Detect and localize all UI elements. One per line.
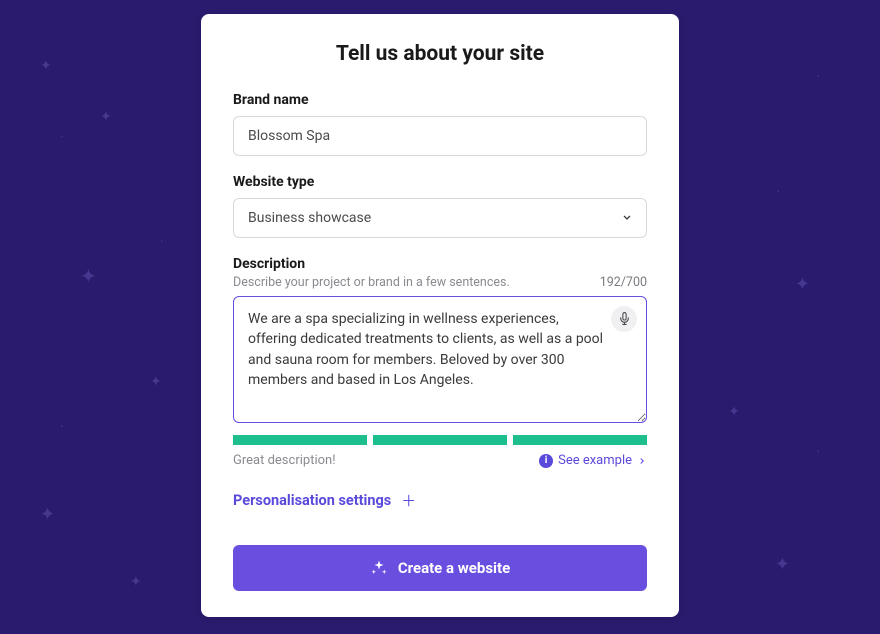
personalisation-toggle[interactable]: Personalisation settings ＋ (233, 490, 647, 511)
description-hint: Describe your project or brand in a few … (233, 275, 510, 290)
plus-icon: ＋ (401, 490, 416, 511)
brand-name-label: Brand name (233, 92, 647, 108)
description-group: Description Describe your project or bra… (233, 256, 647, 468)
brand-name-input[interactable] (233, 116, 647, 156)
char-count: 192/700 (600, 275, 647, 290)
page-title: Tell us about your site (233, 42, 647, 66)
description-feedback: Great description! (233, 453, 336, 468)
microphone-button[interactable] (611, 306, 637, 332)
sparkles-icon (370, 559, 388, 577)
description-strength-meter (233, 435, 647, 445)
description-textarea[interactable] (233, 296, 647, 423)
onboarding-card: Tell us about your site Brand name Websi… (201, 14, 679, 617)
create-website-button[interactable]: Create a website (233, 545, 647, 591)
microphone-icon (618, 310, 631, 329)
strength-segment (233, 435, 367, 445)
see-example-link[interactable]: i See example (539, 453, 647, 468)
description-label: Description (233, 256, 647, 272)
strength-segment (373, 435, 507, 445)
see-example-label: See example (558, 453, 632, 468)
personalisation-label: Personalisation settings (233, 492, 391, 509)
strength-segment (513, 435, 647, 445)
website-type-group: Website type Business showcase (233, 174, 647, 238)
create-button-label: Create a website (398, 559, 510, 577)
website-type-label: Website type (233, 174, 647, 190)
chevron-right-icon (637, 456, 647, 466)
info-icon: i (539, 454, 553, 468)
website-type-select[interactable]: Business showcase (233, 198, 647, 238)
brand-name-group: Brand name (233, 92, 647, 156)
